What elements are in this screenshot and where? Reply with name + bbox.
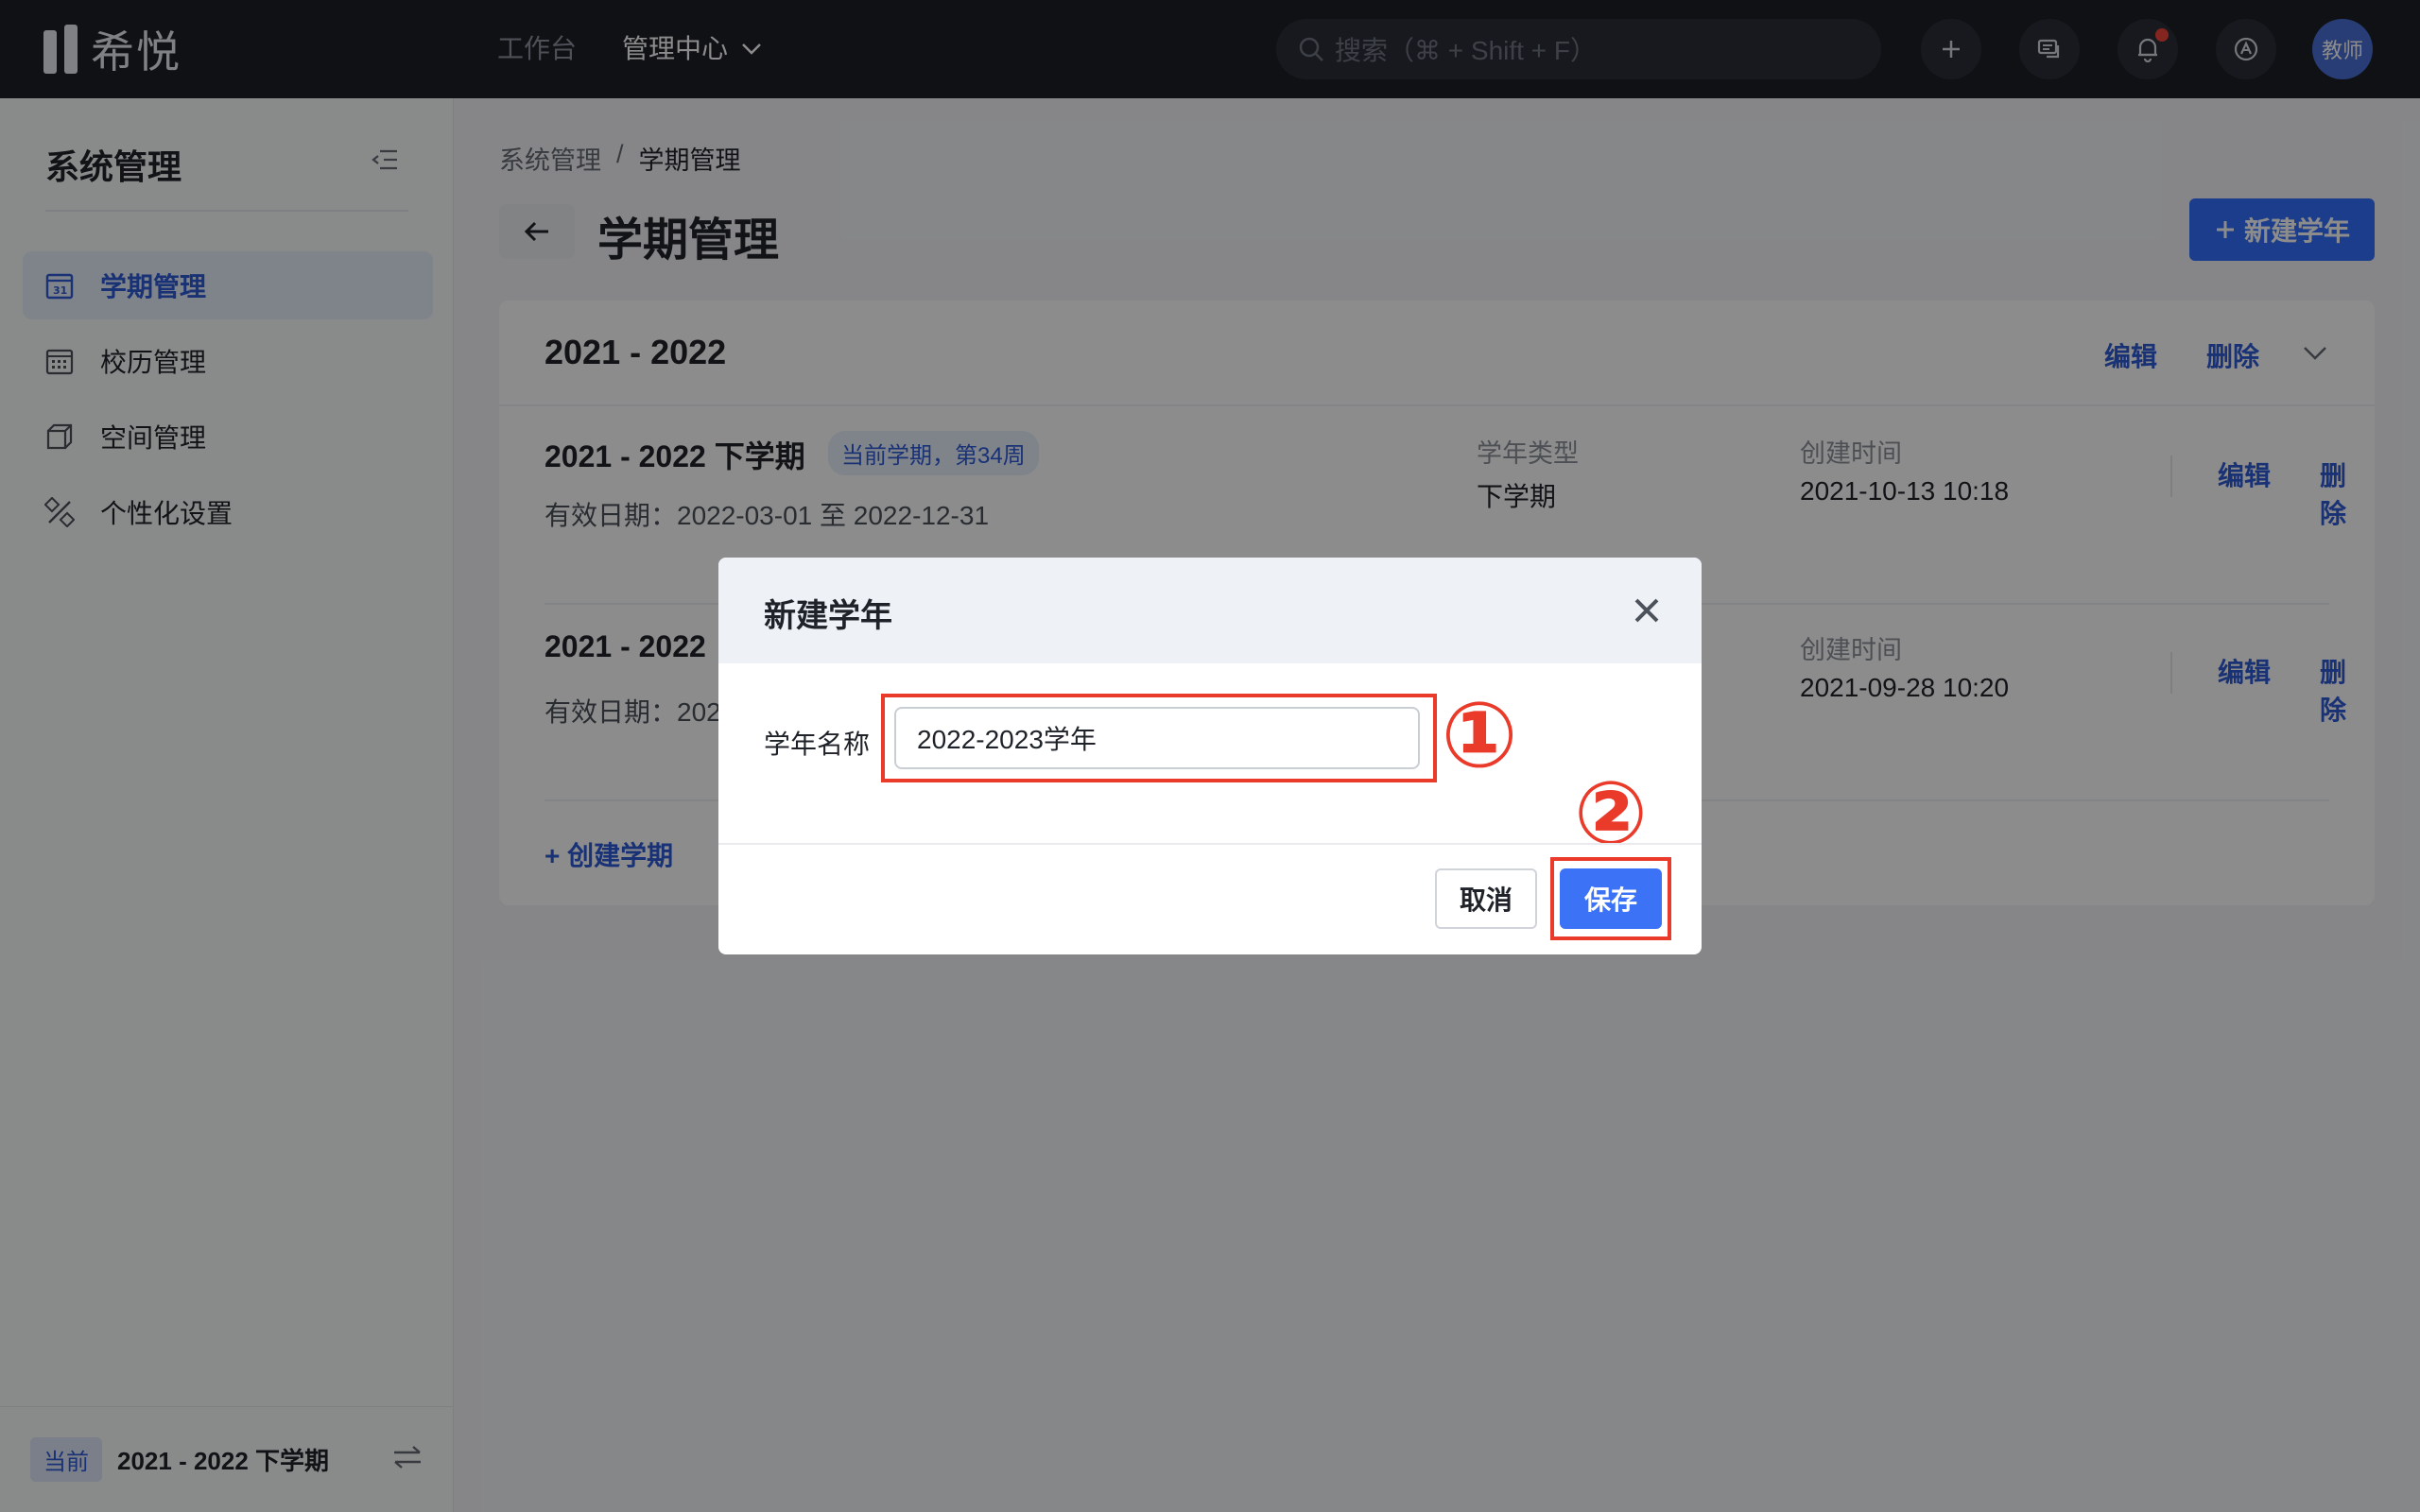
dialog-header: 新建学年 (718, 558, 1702, 663)
cancel-button[interactable]: 取消 (1435, 868, 1537, 929)
year-name-label: 学年名称 (764, 730, 871, 759)
close-icon[interactable] (1628, 592, 1666, 629)
annotation-highlight-box-2 (1550, 857, 1671, 940)
annotation-number-1: ① (1441, 685, 1518, 786)
dialog-divider (718, 843, 1702, 845)
annotation-highlight-box-1 (881, 694, 1437, 782)
new-year-dialog: 新建学年 学年名称 ① ② 取消 保存 (718, 558, 1702, 954)
dialog-title: 新建学年 (764, 598, 892, 634)
